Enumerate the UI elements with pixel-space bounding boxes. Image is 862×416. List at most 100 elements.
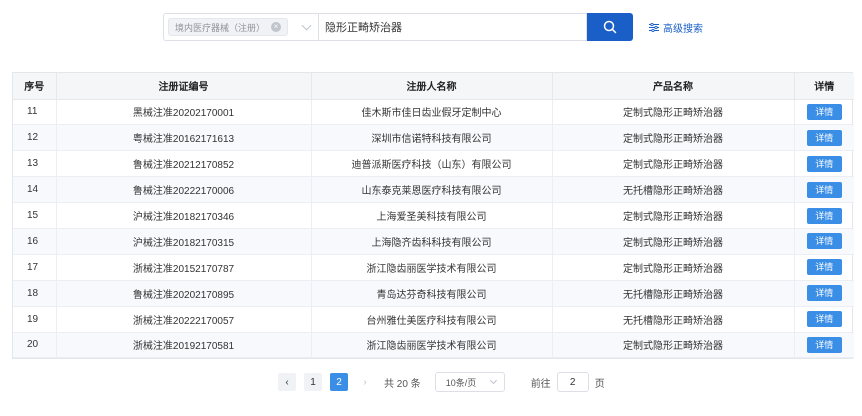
row-index: 12 (13, 124, 57, 152)
row-product: 定制式隐形正畸矫治器 (552, 254, 795, 281)
search-icon (603, 20, 617, 34)
row-registrant: 台州雅仕美医疗科技有限公司 (311, 306, 553, 333)
header-index: 序号 (13, 73, 57, 100)
detail-button[interactable]: 详情 (806, 285, 842, 302)
row-product: 定制式隐形正畸矫治器 (552, 99, 795, 126)
row-product: 定制式隐形正畸矫治器 (552, 228, 795, 255)
page-size-value: 10条/页 (445, 377, 477, 388)
tag-close-icon[interactable]: × (271, 22, 282, 32)
row-product: 定制式隐形正畸矫治器 (552, 150, 795, 178)
chevron-left-icon: ‹ (285, 376, 289, 388)
row-detail-cell: 详情 (794, 124, 854, 152)
row-reg-no: 沪械注准20182170346 (56, 202, 312, 229)
row-index: 16 (13, 228, 57, 255)
row-product: 无托槽隐形正畸矫治器 (552, 176, 795, 204)
advanced-search-label: 高级搜索 (663, 24, 703, 35)
table-row: 12 粤械注准20162171613 深圳市信诺特科技有限公司 定制式隐形正畸矫… (13, 124, 854, 152)
row-reg-no: 粤械注准20162171613 (56, 124, 312, 152)
table-row: 15 沪械注准20182170346 上海爱圣美科技有限公司 定制式隐形正畸矫治… (13, 202, 854, 229)
goto-page-input[interactable] (556, 372, 589, 392)
row-product: 无托槽隐形正畸矫治器 (552, 280, 795, 307)
header-reg-no: 注册证编号 (56, 73, 312, 100)
detail-button[interactable]: 详情 (806, 103, 842, 120)
row-reg-no: 浙械注准20222170057 (56, 306, 312, 333)
page-button-1[interactable]: 1 (304, 373, 322, 391)
chevron-down-icon (489, 376, 497, 385)
detail-button[interactable]: 详情 (806, 311, 842, 328)
category-tag: 境内医疗器械（注册） × (168, 18, 289, 36)
results-table: 序号 注册证编号 注册人名称 产品名称 详情 11 黑械注准2020217000… (12, 72, 854, 360)
category-tag-label: 境内医疗器械（注册） (175, 22, 266, 33)
advanced-search-link[interactable]: 高级搜索 (649, 20, 703, 35)
row-registrant: 浙江隐齿丽医学技术有限公司 (311, 254, 553, 281)
search-bar: 境内医疗器械（注册） × (163, 13, 633, 41)
table-row: 19 浙械注准20222170057 台州雅仕美医疗科技有限公司 无托槽隐形正畸… (13, 306, 854, 333)
table-row: 13 鲁械注准20212170852 迪普派斯医疗科技（山东）有限公司 定制式隐… (13, 150, 854, 178)
page-button-2[interactable]: 2 (330, 373, 348, 391)
detail-button[interactable]: 详情 (806, 155, 842, 172)
table-header-row: 序号 注册证编号 注册人名称 产品名称 详情 (13, 73, 854, 100)
detail-button[interactable]: 详情 (806, 233, 842, 250)
row-detail-cell: 详情 (794, 332, 854, 359)
row-registrant: 深圳市信诺特科技有限公司 (311, 124, 553, 152)
row-detail-cell: 详情 (794, 176, 854, 204)
chevron-down-icon[interactable] (301, 20, 312, 31)
row-detail-cell: 详情 (794, 202, 854, 229)
row-reg-no: 沪械注准20182170315 (56, 228, 312, 255)
row-registrant: 上海爱圣美科技有限公司 (311, 202, 553, 229)
row-reg-no: 鲁械注准20222170006 (56, 176, 312, 204)
row-registrant: 迪普派斯医疗科技（山东）有限公司 (311, 150, 553, 178)
pagination: ‹ 1 2 › 共 20 条 10条/页 前往 页 (278, 372, 605, 392)
row-product: 无托槽隐形正畸矫治器 (552, 306, 795, 333)
header-registrant: 注册人名称 (311, 73, 553, 100)
detail-button[interactable]: 详情 (806, 259, 842, 276)
table-row: 14 鲁械注准20222170006 山东泰克莱恩医疗科技有限公司 无托槽隐形正… (13, 176, 854, 204)
row-registrant: 上海隐齐齿科科技有限公司 (311, 228, 553, 255)
search-button[interactable] (587, 13, 633, 41)
row-product: 定制式隐形正畸矫治器 (552, 332, 795, 359)
row-registrant: 山东泰克莱恩医疗科技有限公司 (311, 176, 553, 204)
row-index: 13 (13, 150, 57, 178)
prev-page-button[interactable]: ‹ (278, 373, 296, 391)
chevron-right-icon: › (363, 376, 367, 388)
header-product: 产品名称 (552, 73, 795, 100)
row-index: 18 (13, 280, 57, 307)
row-product: 定制式隐形正畸矫治器 (552, 124, 795, 152)
row-registrant: 佳木斯市佳日齿业假牙定制中心 (311, 99, 553, 126)
row-detail-cell: 详情 (794, 150, 854, 178)
row-detail-cell: 详情 (794, 306, 854, 333)
next-page-button[interactable]: › (356, 373, 374, 391)
table-row: 20 浙械注准20192170581 浙江隐齿丽医学技术有限公司 定制式隐形正畸… (13, 332, 854, 359)
search-input[interactable] (318, 13, 587, 41)
page-size-select[interactable]: 10条/页 (434, 372, 505, 392)
table-row: 17 浙械注准20152170787 浙江隐齿丽医学技术有限公司 定制式隐形正畸… (13, 254, 854, 281)
row-detail-cell: 详情 (794, 254, 854, 281)
row-index: 15 (13, 202, 57, 229)
row-product: 定制式隐形正畸矫治器 (552, 202, 795, 229)
header-detail: 详情 (794, 73, 854, 100)
table-row: 11 黑械注准20202170001 佳木斯市佳日齿业假牙定制中心 定制式隐形正… (13, 99, 854, 126)
row-registrant: 青岛达芬奇科技有限公司 (311, 280, 553, 307)
detail-button[interactable]: 详情 (806, 336, 842, 353)
row-detail-cell: 详情 (794, 280, 854, 307)
row-reg-no: 鲁械注准20212170852 (56, 150, 312, 178)
row-detail-cell: 详情 (794, 99, 854, 126)
detail-button[interactable]: 详情 (806, 207, 842, 224)
filter-sliders-icon (649, 23, 659, 32)
category-select[interactable]: 境内医疗器械（注册） × (163, 13, 318, 41)
row-reg-no: 浙械注准20192170581 (56, 332, 312, 359)
row-index: 20 (13, 332, 57, 359)
row-reg-no: 浙械注准20152170787 (56, 254, 312, 281)
row-registrant: 浙江隐齿丽医学技术有限公司 (311, 332, 553, 359)
table-row: 18 鲁械注准20202170895 青岛达芬奇科技有限公司 无托槽隐形正畸矫治… (13, 280, 854, 307)
detail-button[interactable]: 详情 (806, 181, 842, 198)
total-count: 共 20 条 (384, 378, 421, 390)
detail-button[interactable]: 详情 (806, 129, 842, 146)
row-index: 19 (13, 306, 57, 333)
row-detail-cell: 详情 (794, 228, 854, 255)
row-reg-no: 黑械注准20202170001 (56, 99, 312, 126)
goto-label: 前往 (530, 378, 551, 390)
row-index: 14 (13, 176, 57, 204)
row-reg-no: 鲁械注准20202170895 (56, 280, 312, 307)
table-row: 16 沪械注准20182170315 上海隐齐齿科科技有限公司 定制式隐形正畸矫… (13, 228, 854, 255)
